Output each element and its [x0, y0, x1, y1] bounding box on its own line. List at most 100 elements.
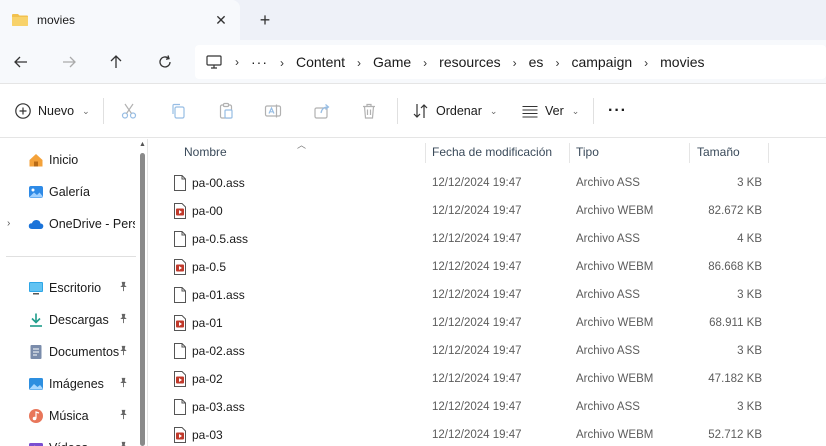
arrow-right-icon: [63, 56, 76, 68]
table-row[interactable]: pa-0.5.ass 12/12/2024 19:47 Archivo ASS 4 K…: [149, 225, 826, 253]
sidebar-item-videos[interactable]: Vídeos: [0, 434, 138, 446]
chevron-right-icon[interactable]: ›: [501, 56, 529, 70]
rename-button[interactable]: [264, 99, 282, 123]
home-icon: [28, 152, 44, 168]
pictures-icon: [28, 376, 44, 392]
sidebar-item-desktop[interactable]: Escritorio: [0, 274, 138, 302]
pin-icon: [118, 377, 130, 389]
desktop-icon: [28, 280, 44, 296]
pin-icon: [118, 281, 130, 293]
table-row[interactable]: pa-03.ass 12/12/2024 19:47 Archivo ASS 3 KB: [149, 393, 826, 421]
table-row[interactable]: pa-0.5 12/12/2024 19:47 Archivo WEBM 86.668…: [149, 253, 826, 281]
rename-icon: [264, 104, 282, 118]
address-overflow[interactable]: ···: [251, 54, 268, 70]
file-size: 3 KB: [737, 177, 762, 189]
breadcrumb-segment[interactable]: campaign: [571, 54, 632, 70]
file-size: 86.668 KB: [708, 261, 762, 273]
table-row[interactable]: pa-01.ass 12/12/2024 19:47 Archivo ASS 3 KB: [149, 281, 826, 309]
view-button[interactable]: Ver ⌄: [521, 99, 579, 123]
address-bar[interactable]: › ··· › Content › Game › resources › es › campaig…: [195, 45, 826, 79]
computer-icon: [206, 55, 222, 69]
sidebar-item-home[interactable]: Inicio: [0, 146, 138, 174]
column-divider[interactable]: [768, 143, 769, 163]
chevron-right-icon[interactable]: ›: [223, 55, 251, 69]
chevron-right-icon[interactable]: ›: [632, 56, 660, 70]
sort-label: Ordenar: [436, 104, 482, 118]
column-divider[interactable]: [425, 143, 426, 163]
video-file-icon: [174, 259, 186, 275]
table-row[interactable]: pa-02.ass 12/12/2024 19:47 Archivo ASS 3 KB: [149, 337, 826, 365]
more-options-button[interactable]: ···: [608, 99, 627, 123]
sidebar-item-download[interactable]: Descargas: [0, 306, 138, 334]
table-row[interactable]: pa-00.ass 12/12/2024 19:47 Archivo ASS 3 KB: [149, 169, 826, 197]
breadcrumb-segment[interactable]: Content: [296, 54, 345, 70]
sidebar-item-cloud[interactable]: › OneDrive - Perso: [0, 210, 138, 238]
scrollbar-thumb[interactable]: [140, 153, 145, 446]
view-list-icon: [522, 105, 538, 118]
video-file-icon: [174, 315, 186, 331]
breadcrumb-segment[interactable]: resources: [439, 54, 500, 70]
column-divider[interactable]: [569, 143, 570, 163]
file-size: 3 KB: [737, 289, 762, 301]
share-button[interactable]: [313, 99, 331, 123]
file-type: Archivo ASS: [576, 401, 640, 413]
navigation-bar: › ··· › Content › Game › resources › es › campaig…: [0, 40, 826, 84]
sidebar-item-gallery[interactable]: Galería: [0, 178, 138, 206]
file-type: Archivo WEBM: [576, 205, 654, 217]
breadcrumb-segment[interactable]: Game: [373, 54, 411, 70]
table-row[interactable]: pa-00 12/12/2024 19:47 Archivo WEBM 82.672 …: [149, 197, 826, 225]
chevron-right-icon[interactable]: ›: [411, 56, 439, 70]
close-tab-icon[interactable]: ✕: [212, 11, 230, 29]
tab-movies[interactable]: movies ✕: [0, 0, 240, 40]
file-name: pa-02: [192, 372, 223, 386]
expand-chevron-icon[interactable]: ›: [7, 218, 10, 229]
sidebar-item-music[interactable]: Música: [0, 402, 138, 430]
forward-button[interactable]: [57, 50, 81, 74]
file-size: 3 KB: [737, 401, 762, 413]
file-date: 12/12/2024 19:47: [432, 345, 522, 357]
file-type: Archivo WEBM: [576, 261, 654, 273]
scissors-icon: [121, 103, 137, 119]
delete-button[interactable]: [360, 99, 378, 123]
command-bar: Nuevo ⌄ Ordenar ⌄ Ver ⌄ ···: [0, 84, 826, 138]
chevron-right-icon[interactable]: ›: [543, 56, 571, 70]
chevron-down-icon: ⌄: [571, 105, 580, 116]
cut-button[interactable]: [120, 99, 138, 123]
refresh-button[interactable]: [153, 50, 177, 74]
file-date: 12/12/2024 19:47: [432, 205, 522, 217]
video-file-icon: [174, 371, 186, 387]
breadcrumb-segment[interactable]: movies: [660, 54, 704, 70]
column-size[interactable]: Tamaño: [697, 145, 740, 159]
file-size: 47.182 KB: [708, 373, 762, 385]
sidebar-item-label: Inicio: [49, 153, 79, 167]
file-name: pa-00.ass: [192, 176, 245, 190]
breadcrumb-segment[interactable]: es: [529, 54, 544, 70]
column-type[interactable]: Tipo: [576, 145, 599, 159]
sidebar-scrollbar[interactable]: ▲: [138, 139, 147, 446]
table-row[interactable]: pa-01 12/12/2024 19:47 Archivo WEBM 68.911 …: [149, 309, 826, 337]
copy-button[interactable]: [169, 99, 187, 123]
sidebar-item-label: Galería: [49, 185, 90, 199]
table-row[interactable]: pa-03 12/12/2024 19:47 Archivo WEBM 52.712 …: [149, 421, 826, 446]
new-button[interactable]: Nuevo ⌄: [14, 99, 90, 123]
chevron-right-icon[interactable]: ›: [268, 56, 296, 70]
sidebar-item-pictures[interactable]: Imágenes: [0, 370, 138, 398]
sort-button[interactable]: Ordenar ⌄: [412, 99, 497, 123]
chevron-right-icon[interactable]: ›: [345, 56, 373, 70]
table-row[interactable]: pa-02 12/12/2024 19:47 Archivo WEBM 47.182 …: [149, 365, 826, 393]
download-icon: [28, 312, 44, 328]
up-button[interactable]: [104, 50, 128, 74]
paste-button[interactable]: [217, 99, 235, 123]
column-divider[interactable]: [689, 143, 690, 163]
file-date: 12/12/2024 19:47: [432, 373, 522, 385]
sort-ascending-icon: ︿: [297, 140, 307, 150]
file-name: pa-01.ass: [192, 288, 245, 302]
back-button[interactable]: [9, 50, 33, 74]
sidebar-item-documents[interactable]: Documentos: [0, 338, 138, 366]
column-date[interactable]: Fecha de modificación: [432, 145, 552, 159]
cloud-icon: [28, 216, 44, 232]
new-tab-button[interactable]: +: [255, 10, 275, 30]
column-name[interactable]: Nombre: [184, 145, 227, 159]
scroll-up-icon[interactable]: ▲: [139, 141, 146, 148]
file-name: pa-03: [192, 428, 223, 442]
